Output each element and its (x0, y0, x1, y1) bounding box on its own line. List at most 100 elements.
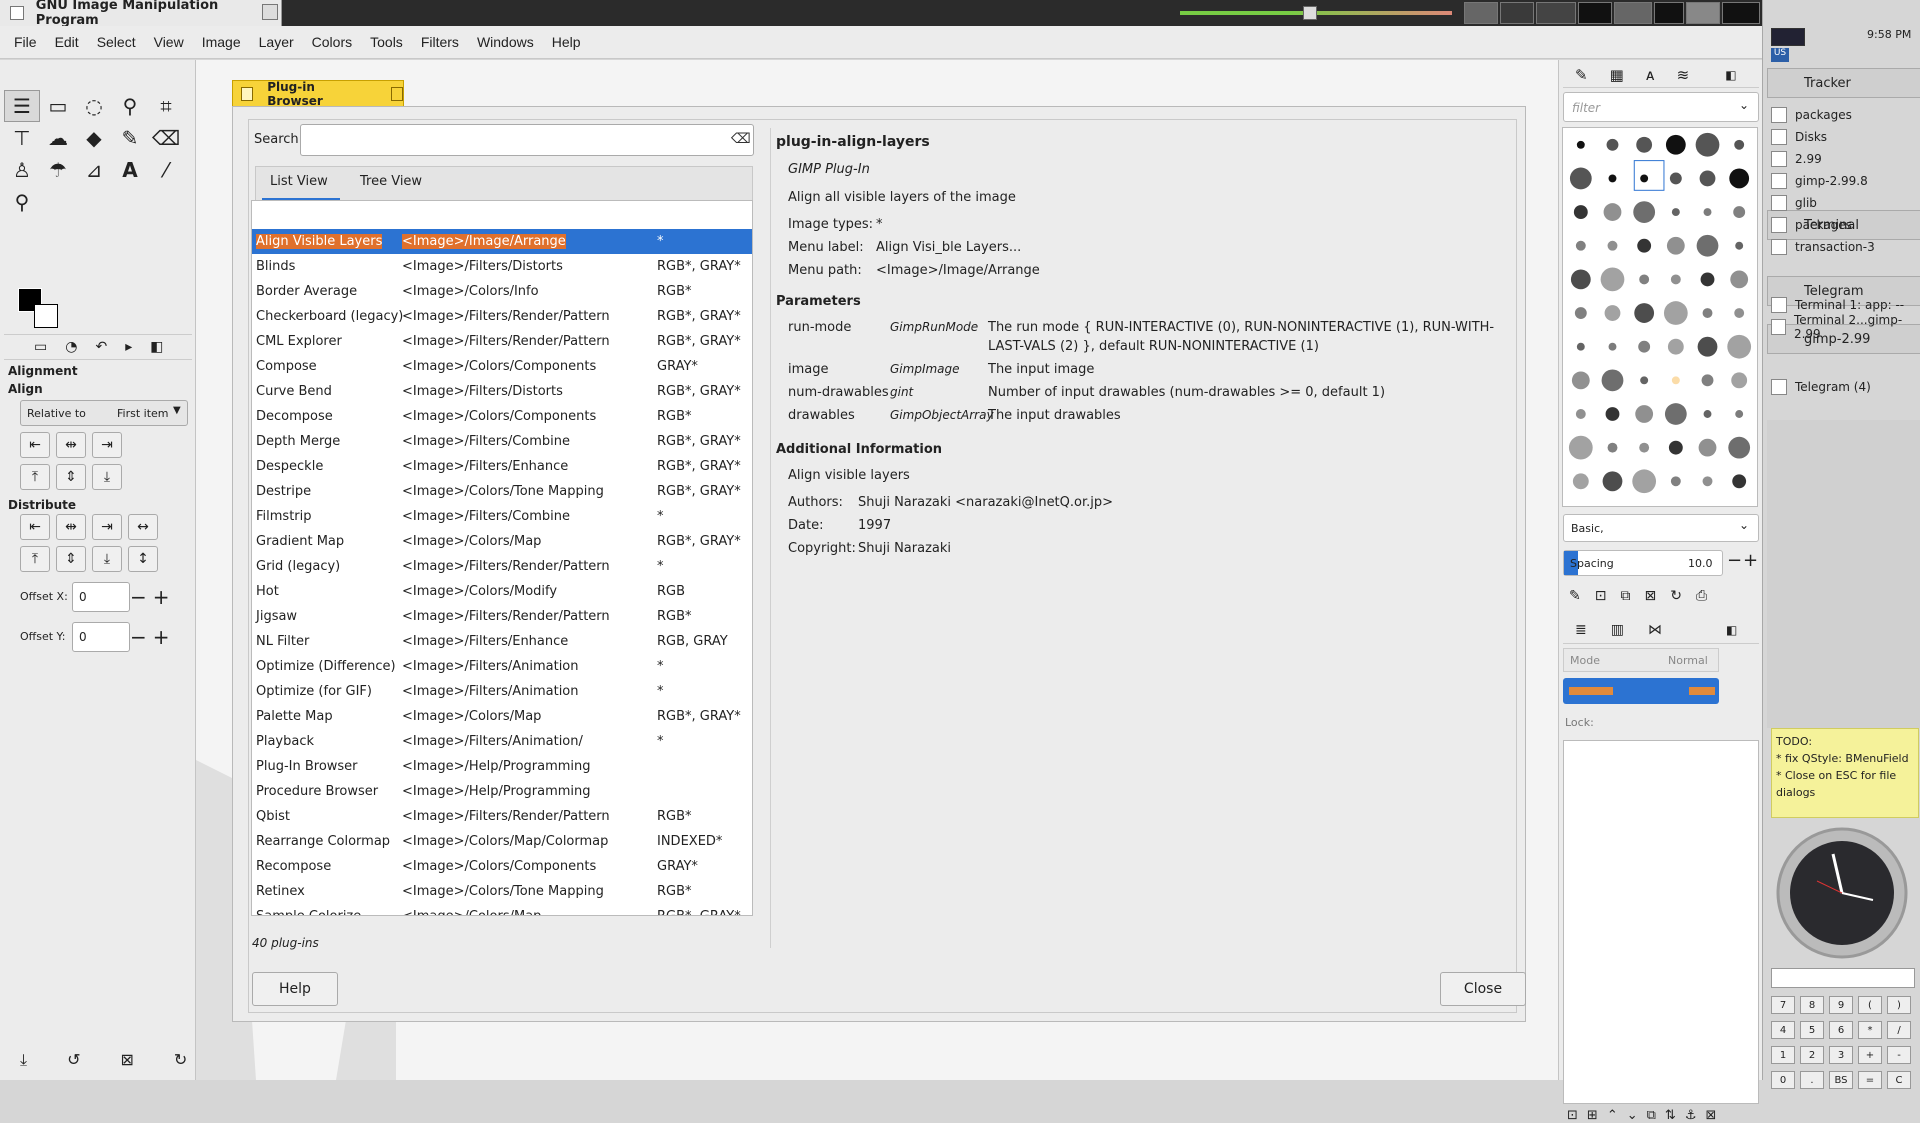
refresh-brushes-icon[interactable]: ↻ (1670, 588, 1682, 604)
brush-swatch[interactable] (1735, 241, 1744, 250)
brush-swatch[interactable] (1603, 203, 1622, 221)
table-row[interactable]: Hot <Image>/Colors/Modify RGB (252, 579, 752, 604)
table-row[interactable]: CML Explorer <Image>/Filters/Render/Patte… (252, 329, 752, 354)
brush-swatch[interactable] (1727, 334, 1752, 359)
opacity-slider[interactable] (1563, 678, 1719, 704)
tracker-window-item[interactable]: gimp-2.99.8 (1771, 170, 1919, 192)
tool-options-tab-icon[interactable]: ▭ (34, 339, 47, 355)
layer-mode-select[interactable]: Mode Normal (1563, 648, 1719, 672)
offset-x-input[interactable]: 0 (72, 582, 130, 612)
zoom-icon[interactable]: ⚲ (4, 186, 40, 218)
calculator-key[interactable]: + (1858, 1046, 1882, 1064)
new-brush-icon[interactable]: ⊡ (1595, 588, 1607, 604)
duplicate-layer-icon[interactable]: ⧉ (1647, 1108, 1656, 1123)
table-row[interactable]: Border Average <Image>/Colors/Info RGB* (252, 279, 752, 304)
crop-icon[interactable]: ⌗ (148, 90, 184, 122)
smudge-icon[interactable]: ☂ (40, 154, 76, 186)
table-row[interactable]: Optimize (Difference) <Image>/Filters/Ani… (252, 654, 752, 679)
table-row[interactable]: Decompose <Image>/Colors/Components RGB* (252, 404, 752, 429)
brush-swatch[interactable] (1607, 240, 1618, 251)
menu-select[interactable]: Select (88, 34, 145, 50)
calculator-key[interactable]: 4 (1771, 1021, 1795, 1039)
brush-swatch[interactable] (1640, 376, 1649, 385)
window-zoom-icon[interactable] (262, 4, 278, 20)
chevron-down-icon[interactable]: ⌄ (1739, 98, 1749, 112)
table-row[interactable]: Optimize (for GIF) <Image>/Filters/Animat… (252, 679, 752, 704)
align-center-icon[interactable]: ⇹ (56, 432, 86, 458)
paths-icon[interactable]: ⊿ (76, 154, 112, 186)
tab-list-view[interactable]: List View (270, 174, 328, 189)
plugin-browser-tab[interactable]: Plug-in Browser (232, 80, 404, 108)
transform-icon[interactable]: ⊤ (4, 122, 40, 154)
table-row[interactable]: Jigsaw <Image>/Filters/Render/Pattern RGB* (252, 604, 752, 629)
edit-brush-icon[interactable]: ✎ (1569, 588, 1581, 604)
table-row[interactable]: Destripe <Image>/Colors/Tone Mapping RGB*,… (252, 479, 752, 504)
brush-filter-input[interactable]: filter (1563, 92, 1759, 122)
distribute-left-icon[interactable]: ⇤ (20, 514, 50, 540)
brush-swatch[interactable] (1634, 303, 1655, 323)
calculator-key[interactable]: * (1858, 1021, 1882, 1039)
brush-swatch[interactable] (1697, 336, 1718, 357)
calculator-key[interactable]: = (1858, 1071, 1882, 1089)
calculator-key[interactable]: 5 (1800, 1021, 1824, 1039)
align-top-icon[interactable]: ⤒ (20, 464, 50, 490)
brush-swatch[interactable] (1667, 338, 1684, 355)
distribute-bottom-icon[interactable]: ⤓ (92, 546, 122, 572)
distribute-horizontal-icon[interactable]: ↔ (128, 514, 158, 540)
dock-menu-icon[interactable]: ◧ (1726, 623, 1737, 637)
brush-swatch[interactable] (1702, 308, 1713, 318)
brush-swatch[interactable] (1696, 234, 1719, 257)
delete-brush-icon[interactable]: ⊠ (1644, 588, 1656, 604)
new-layer-icon[interactable]: ⊡ (1567, 1108, 1578, 1123)
distribute-vertical-icon[interactable]: ↕ (128, 546, 158, 572)
dialog-detach-icon[interactable] (390, 87, 403, 101)
brushes-tab-icon[interactable]: ✎ (1575, 66, 1588, 84)
brush-swatch[interactable] (1733, 206, 1746, 219)
brush-swatch[interactable] (1703, 410, 1712, 418)
merge-down-icon[interactable]: ⇅ (1665, 1108, 1676, 1123)
minus-icon[interactable]: − (130, 625, 147, 649)
brush-swatch[interactable] (1571, 371, 1590, 390)
workspace-thumb[interactable] (1722, 2, 1760, 24)
workspace-slider-knob[interactable] (1303, 6, 1317, 20)
search-input[interactable]: ⌫ (300, 124, 754, 156)
brush-swatch[interactable] (1568, 435, 1593, 460)
gradients-tab-icon[interactable]: ≋ (1677, 66, 1690, 84)
bucket-fill-icon[interactable]: ◆ (76, 122, 112, 154)
plus-icon[interactable]: + (153, 585, 170, 609)
brush-swatch[interactable] (1699, 170, 1716, 187)
brush-swatch[interactable] (1664, 403, 1687, 425)
menu-file[interactable]: File (5, 34, 46, 50)
brush-swatch[interactable] (1602, 471, 1623, 492)
tab-tree-view[interactable]: Tree View (360, 174, 422, 189)
tracker-window-item[interactable]: transaction-3 (1771, 236, 1919, 258)
workspace-thumb[interactable] (1686, 2, 1720, 24)
fonts-tab-icon[interactable]: ᴀ (1646, 66, 1655, 84)
table-row[interactable]: Grid (legacy) <Image>/Filters/Render/Patt… (252, 554, 752, 579)
brush-swatch[interactable] (1640, 174, 1649, 183)
brush-swatch[interactable] (1666, 236, 1685, 255)
plus-icon[interactable]: + (1743, 550, 1758, 571)
patterns-tab-icon[interactable]: ▦ (1610, 66, 1624, 84)
menu-windows[interactable]: Windows (468, 34, 543, 50)
table-row[interactable]: Depth Merge <Image>/Filters/Combine RGB*, … (252, 429, 752, 454)
brush-swatch[interactable] (1600, 267, 1625, 292)
tracker-window-item[interactable]: 2.99 (1771, 148, 1919, 170)
distribute-right-icon[interactable]: ⇥ (92, 514, 122, 540)
table-row[interactable]: Align Visible Layers <Image>/Image/Arrang… (252, 229, 752, 254)
align-right-icon[interactable]: ⇥ (92, 432, 122, 458)
minus-icon[interactable]: − (1727, 550, 1742, 571)
relative-to-select[interactable]: Relative to First item ▼ (20, 400, 188, 426)
lower-layer-icon[interactable]: ⌄ (1627, 1108, 1638, 1123)
plus-icon[interactable]: + (153, 625, 170, 649)
align-tool-icon[interactable]: ☰ (4, 90, 40, 122)
lasso-icon[interactable]: ◌ (76, 90, 112, 122)
distribute-center-icon[interactable]: ⇹ (56, 514, 86, 540)
clear-search-icon[interactable]: ⌫ (731, 131, 751, 147)
chevron-down-icon[interactable]: ⌄ (1739, 518, 1749, 532)
workspace-thumb[interactable] (1614, 2, 1652, 24)
menu-help[interactable]: Help (543, 34, 590, 50)
close-button[interactable]: Close (1440, 972, 1526, 1006)
table-row[interactable]: Playback <Image>/Filters/Animation/ * (252, 729, 752, 754)
brush-swatch[interactable] (1575, 240, 1586, 251)
